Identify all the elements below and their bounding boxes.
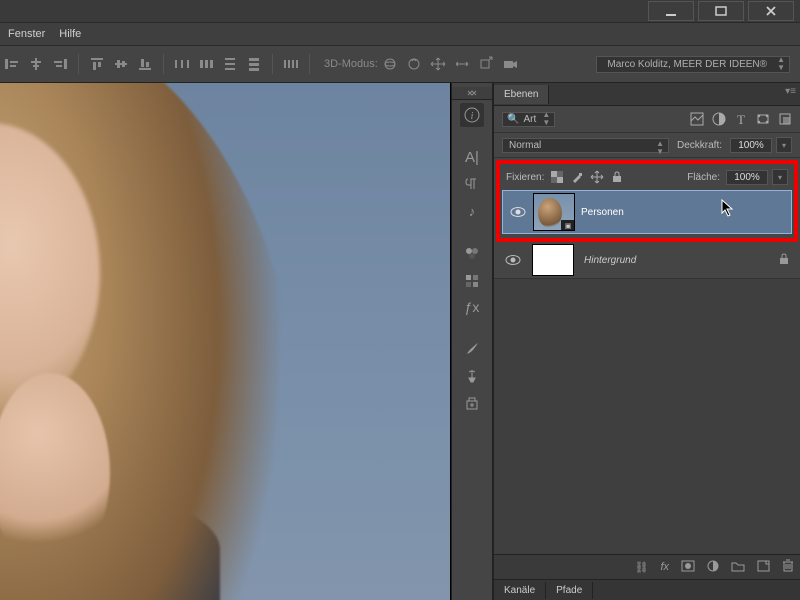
3d-orbit-icon[interactable]	[380, 54, 400, 74]
layer-thumbnail[interactable]: ▣	[533, 193, 575, 231]
filter-smart-icon[interactable]	[778, 112, 792, 126]
character-panel-icon[interactable]: A|	[460, 145, 484, 169]
lock-row: Fixieren: Fläche: 100% ▾	[502, 166, 792, 188]
layers-panel: Ebenen ▾≡ 🔍 Art ▲▼ T	[494, 83, 800, 600]
chevron-updown-icon: ▲▼	[542, 111, 550, 127]
3d-slide-icon[interactable]	[452, 54, 472, 74]
menu-hilfe[interactable]: Hilfe	[59, 28, 81, 40]
opacity-dropdown-icon[interactable]: ▾	[776, 137, 792, 153]
align-top-icon[interactable]	[87, 54, 107, 74]
lock-icon	[778, 253, 790, 268]
new-group-icon[interactable]	[731, 560, 745, 575]
lock-all-icon[interactable]	[610, 170, 624, 184]
layer-row-background[interactable]: Hintergrund	[494, 242, 800, 279]
lock-label: Fixieren:	[506, 172, 544, 183]
filter-type-dropdown[interactable]: 🔍 Art ▲▼	[502, 112, 555, 127]
brush-panel-icon[interactable]	[460, 337, 484, 361]
profile-dropdown[interactable]: Marco Kolditz, MEER DER IDEEN® ▲▼	[596, 56, 790, 73]
distribute-h2-icon[interactable]	[196, 54, 216, 74]
fill-dropdown-icon[interactable]: ▾	[772, 169, 788, 185]
3d-pan-icon[interactable]	[428, 54, 448, 74]
blend-mode-row: Normal ▲▼ Deckkraft: 100% ▾	[494, 133, 800, 158]
info-panel-icon[interactable]: i	[460, 103, 484, 127]
glyphs-panel-icon[interactable]: ♪	[460, 199, 484, 223]
svg-text:i: i	[471, 111, 474, 122]
tab-channels[interactable]: Kanäle	[494, 582, 546, 599]
blend-mode-value: Normal	[509, 140, 541, 151]
delete-layer-icon[interactable]	[782, 559, 794, 575]
menu-fenster[interactable]: Fenster	[8, 28, 45, 40]
align-bottom-icon[interactable]	[135, 54, 155, 74]
opacity-label: Deckkraft:	[677, 140, 722, 151]
svg-text:T: T	[737, 112, 745, 127]
mode-3d-label: 3D-Modus:	[324, 58, 378, 70]
lock-transparency-icon[interactable]	[550, 170, 564, 184]
clone-source-panel-icon[interactable]	[460, 391, 484, 415]
window-minimize-button[interactable]	[648, 1, 694, 21]
layer-filter-row: 🔍 Art ▲▼ T	[494, 106, 800, 133]
layers-footer: ⛓ fx	[494, 554, 800, 579]
brush-presets-panel-icon[interactable]	[460, 364, 484, 388]
blend-mode-dropdown[interactable]: Normal ▲▼	[502, 138, 669, 153]
layer-mask-icon[interactable]	[681, 560, 695, 575]
fill-label: Fläche:	[687, 172, 720, 183]
adjustments-panel-icon[interactable]: ƒx	[460, 295, 484, 319]
panel-menu-icon[interactable]: ▾≡	[785, 86, 796, 97]
layer-row-selected[interactable]: ▣ Personen	[502, 190, 792, 234]
filter-type-icon[interactable]: T	[734, 112, 748, 126]
filter-shape-icon[interactable]	[756, 112, 770, 126]
collapsed-panel-strip: i A| ♪ ƒx	[451, 83, 493, 600]
adjustment-layer-icon[interactable]	[707, 560, 719, 575]
align-middle-v-icon[interactable]	[111, 54, 131, 74]
expand-strip-button[interactable]	[452, 87, 492, 100]
chevron-updown-icon: ▲▼	[656, 140, 664, 156]
filter-adjust-icon[interactable]	[712, 112, 726, 126]
lock-position-icon[interactable]	[590, 170, 604, 184]
document-canvas[interactable]	[0, 83, 451, 600]
new-layer-icon[interactable]	[757, 560, 770, 575]
layer-name[interactable]: Personen	[581, 207, 624, 218]
align-center-h-icon[interactable]	[26, 54, 46, 74]
layer-thumbnail[interactable]	[532, 244, 574, 276]
menu-bar: Fenster Hilfe	[0, 23, 800, 46]
filter-pixel-icon[interactable]	[690, 112, 704, 126]
styles-panel-icon[interactable]	[460, 268, 484, 292]
lock-pixels-icon[interactable]	[570, 170, 584, 184]
layer-fx-icon[interactable]: fx	[660, 561, 669, 573]
window-titlebar	[0, 0, 800, 23]
opacity-value[interactable]: 100%	[730, 138, 772, 153]
tab-paths[interactable]: Pfade	[546, 582, 593, 599]
filter-type-label: Art	[523, 114, 536, 125]
link-layers-icon[interactable]: ⛓	[634, 561, 648, 574]
visibility-toggle-icon[interactable]	[504, 251, 522, 269]
options-bar: 3D-Modus: Marco Kolditz, MEER DER IDEEN®…	[0, 46, 800, 83]
align-left-icon[interactable]	[2, 54, 22, 74]
align-right-icon[interactable]	[50, 54, 70, 74]
cursor-icon	[721, 199, 735, 217]
highlighted-region: Fixieren: Fläche: 100% ▾	[496, 160, 798, 242]
distribute-v2-icon[interactable]	[244, 54, 264, 74]
fill-value[interactable]: 100%	[726, 170, 768, 185]
auto-align-icon[interactable]	[281, 54, 301, 74]
3d-roll-icon[interactable]	[404, 54, 424, 74]
chevron-updown-icon: ▲▼	[777, 56, 785, 72]
3d-scale-icon[interactable]	[476, 54, 496, 74]
visibility-toggle-icon[interactable]	[509, 203, 527, 221]
distribute-h-icon[interactable]	[172, 54, 192, 74]
smartobject-badge-icon: ▣	[561, 220, 575, 231]
distribute-v-icon[interactable]	[220, 54, 240, 74]
swatches-panel-icon[interactable]	[460, 241, 484, 265]
bottom-panel-tabs: Kanäle Pfade	[494, 579, 800, 600]
paragraph-panel-icon[interactable]	[460, 172, 484, 196]
profile-label: Marco Kolditz, MEER DER IDEEN®	[607, 59, 767, 70]
window-close-button[interactable]	[748, 1, 794, 21]
tab-layers[interactable]: Ebenen	[494, 85, 549, 104]
3d-camera-icon[interactable]	[500, 54, 520, 74]
window-maximize-button[interactable]	[698, 1, 744, 21]
search-icon: 🔍	[507, 114, 519, 125]
right-panel-area: Ebenen ▾≡ 🔍 Art ▲▼ T	[493, 83, 800, 600]
layer-name[interactable]: Hintergrund	[584, 255, 636, 266]
